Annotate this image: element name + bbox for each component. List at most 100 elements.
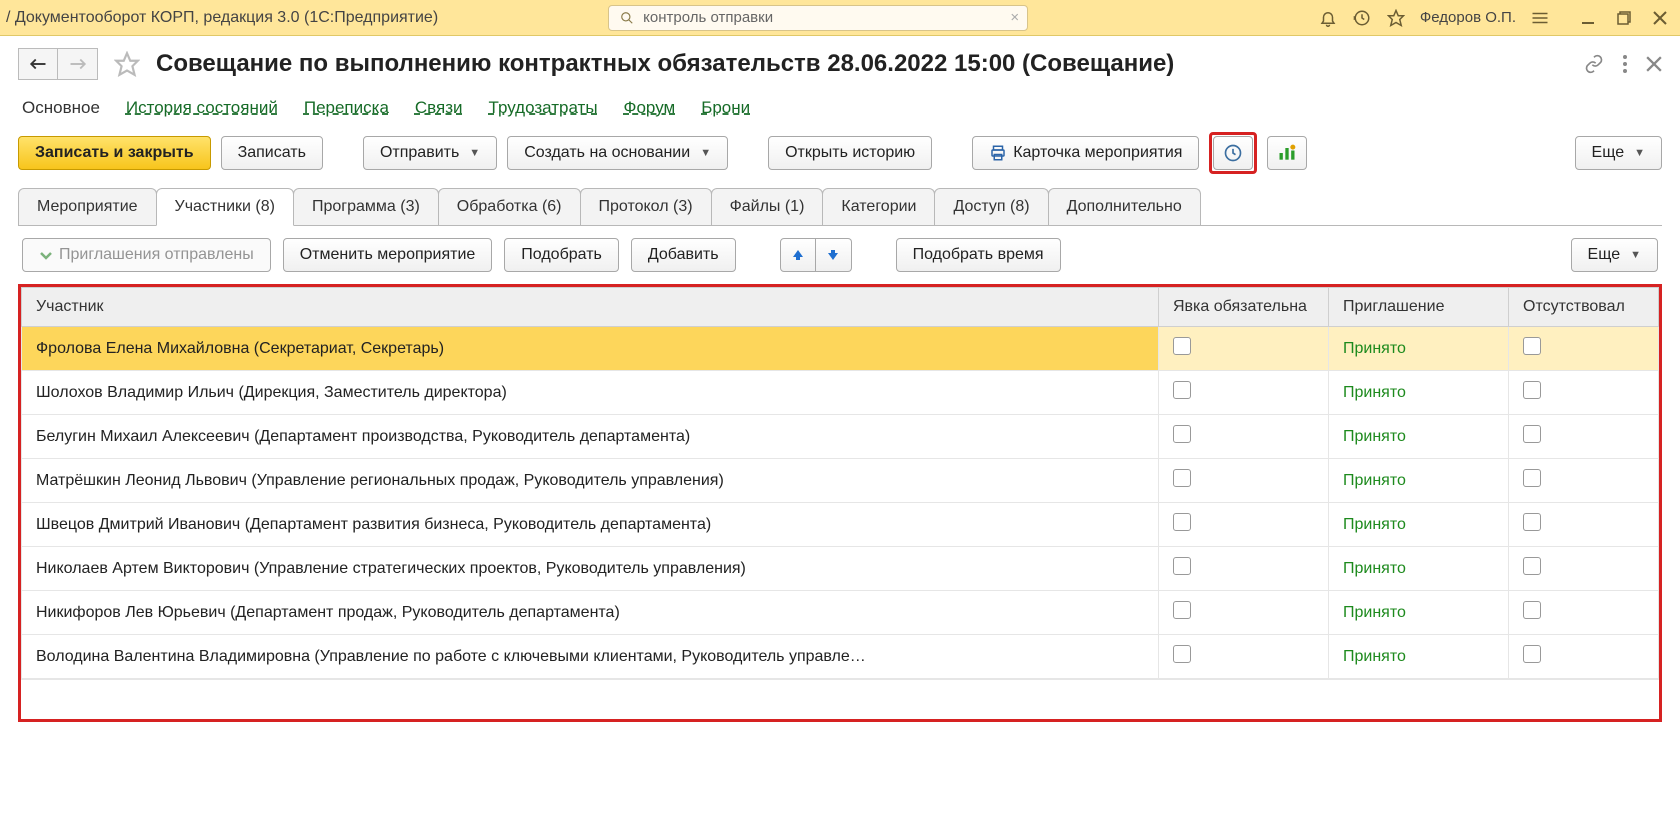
- add-button[interactable]: Добавить: [631, 238, 736, 272]
- link-icon[interactable]: [1584, 54, 1604, 74]
- username[interactable]: Федоров О.П.: [1420, 9, 1516, 26]
- subtoolbar-more-button[interactable]: Еще▼: [1571, 238, 1658, 272]
- table-row[interactable]: Матрёшкин Леонид Львович (Управление рег…: [22, 459, 1659, 503]
- close-page-icon[interactable]: [1646, 56, 1662, 72]
- window-restore-icon[interactable]: [1614, 8, 1634, 28]
- nav-back-button[interactable]: [18, 48, 58, 80]
- section-link-main[interactable]: Основное: [22, 98, 100, 118]
- section-link-relations[interactable]: Связи: [415, 98, 463, 118]
- send-button[interactable]: Отправить▼: [363, 136, 497, 170]
- app-title: / Документооборот КОРП, редакция 3.0 (1С…: [0, 9, 438, 27]
- checkbox[interactable]: [1523, 645, 1541, 663]
- cell-absent[interactable]: [1509, 415, 1659, 459]
- checkbox[interactable]: [1173, 601, 1191, 619]
- section-link-correspondence[interactable]: Переписка: [304, 98, 389, 118]
- tab-categories[interactable]: Категории: [822, 188, 935, 225]
- tab-files[interactable]: Файлы (1): [711, 188, 824, 225]
- checkbox[interactable]: [1173, 381, 1191, 399]
- section-link-bookings[interactable]: Брони: [701, 98, 750, 118]
- window-minimize-icon[interactable]: [1578, 8, 1598, 28]
- create-based-on-button[interactable]: Создать на основании▼: [507, 136, 728, 170]
- search-icon: [617, 8, 637, 28]
- printer-icon: [989, 144, 1007, 162]
- open-history-button[interactable]: Открыть историю: [768, 136, 932, 170]
- cell-absent[interactable]: [1509, 459, 1659, 503]
- window-close-icon[interactable]: [1650, 8, 1670, 28]
- more-button[interactable]: Еще▼: [1575, 136, 1662, 170]
- tab-additional[interactable]: Дополнительно: [1048, 188, 1201, 225]
- cell-absent[interactable]: [1509, 547, 1659, 591]
- global-search[interactable]: контроль отправки ×: [608, 5, 1028, 31]
- pick-time-button[interactable]: Подобрать время: [896, 238, 1061, 272]
- nav-forward-button[interactable]: [58, 48, 98, 80]
- checkbox[interactable]: [1173, 337, 1191, 355]
- checkbox[interactable]: [1173, 645, 1191, 663]
- checkbox[interactable]: [1523, 557, 1541, 575]
- table-row[interactable]: Никифоров Лев Юрьевич (Департамент прода…: [22, 591, 1659, 635]
- highlight-annotation: [1209, 132, 1257, 174]
- tab-protocol[interactable]: Протокол (3): [580, 188, 712, 225]
- cell-attendance[interactable]: [1159, 591, 1329, 635]
- table-row[interactable]: Шолохов Владимир Ильич (Дирекция, Замест…: [22, 371, 1659, 415]
- save-close-button[interactable]: Записать и закрыть: [18, 136, 211, 170]
- cell-absent[interactable]: [1509, 327, 1659, 371]
- move-down-button[interactable]: [816, 238, 852, 272]
- cell-invitation: Принято: [1329, 459, 1509, 503]
- checkbox[interactable]: [1173, 469, 1191, 487]
- checkbox[interactable]: [1523, 513, 1541, 531]
- cell-attendance[interactable]: [1159, 371, 1329, 415]
- tab-access[interactable]: Доступ (8): [934, 188, 1048, 225]
- table-row[interactable]: Швецов Дмитрий Иванович (Департамент раз…: [22, 503, 1659, 547]
- cell-attendance[interactable]: [1159, 327, 1329, 371]
- cell-absent[interactable]: [1509, 371, 1659, 415]
- pick-button[interactable]: Подобрать: [504, 238, 619, 272]
- bell-icon[interactable]: [1318, 8, 1338, 28]
- menu-icon[interactable]: [1530, 8, 1550, 28]
- col-absent[interactable]: Отсутствовал: [1509, 288, 1659, 327]
- move-up-button[interactable]: [780, 238, 816, 272]
- cell-absent[interactable]: [1509, 591, 1659, 635]
- cell-absent[interactable]: [1509, 503, 1659, 547]
- clock-button[interactable]: [1213, 136, 1253, 170]
- clear-search-icon[interactable]: ×: [1010, 9, 1019, 26]
- col-attendance[interactable]: Явка обязательна: [1159, 288, 1329, 327]
- table-row[interactable]: Володина Валентина Владимировна (Управле…: [22, 635, 1659, 679]
- save-button[interactable]: Записать: [221, 136, 323, 170]
- tab-processing[interactable]: Обработка (6): [438, 188, 581, 225]
- tab-event[interactable]: Мероприятие: [18, 188, 157, 225]
- table-row[interactable]: Фролова Елена Михайловна (Секретариат, С…: [22, 327, 1659, 371]
- col-participant[interactable]: Участник: [22, 288, 1159, 327]
- section-links: Основное История состояний Переписка Свя…: [18, 80, 1662, 132]
- checkbox[interactable]: [1523, 337, 1541, 355]
- favorite-star-icon[interactable]: [108, 51, 146, 77]
- event-card-button[interactable]: Карточка мероприятия: [972, 136, 1199, 170]
- section-link-forum[interactable]: Форум: [624, 98, 676, 118]
- section-link-labor[interactable]: Трудозатраты: [489, 98, 598, 118]
- cancel-event-button[interactable]: Отменить мероприятие: [283, 238, 493, 272]
- col-invitation[interactable]: Приглашение: [1329, 288, 1509, 327]
- tab-program[interactable]: Программа (3): [293, 188, 439, 225]
- star-icon[interactable]: [1386, 8, 1406, 28]
- cell-attendance[interactable]: [1159, 547, 1329, 591]
- chart-button[interactable]: [1267, 136, 1307, 170]
- checkbox[interactable]: [1173, 425, 1191, 443]
- checkbox[interactable]: [1523, 381, 1541, 399]
- checkbox[interactable]: [1523, 601, 1541, 619]
- table-row[interactable]: Белугин Михаил Алексеевич (Департамент п…: [22, 415, 1659, 459]
- cell-attendance[interactable]: [1159, 503, 1329, 547]
- checkbox[interactable]: [1523, 469, 1541, 487]
- cell-attendance[interactable]: [1159, 415, 1329, 459]
- tab-participants[interactable]: Участники (8): [156, 188, 294, 226]
- table-row[interactable]: Николаев Артем Викторович (Управление ст…: [22, 547, 1659, 591]
- cell-attendance[interactable]: [1159, 635, 1329, 679]
- kebab-icon[interactable]: [1622, 54, 1628, 74]
- checkbox[interactable]: [1173, 513, 1191, 531]
- cell-attendance[interactable]: [1159, 459, 1329, 503]
- invitations-sent-button[interactable]: Приглашения отправлены: [22, 238, 271, 272]
- checkbox[interactable]: [1173, 557, 1191, 575]
- checkbox[interactable]: [1523, 425, 1541, 443]
- cell-invitation: Принято: [1329, 635, 1509, 679]
- cell-absent[interactable]: [1509, 635, 1659, 679]
- history-icon[interactable]: [1352, 8, 1372, 28]
- section-link-history[interactable]: История состояний: [126, 98, 278, 118]
